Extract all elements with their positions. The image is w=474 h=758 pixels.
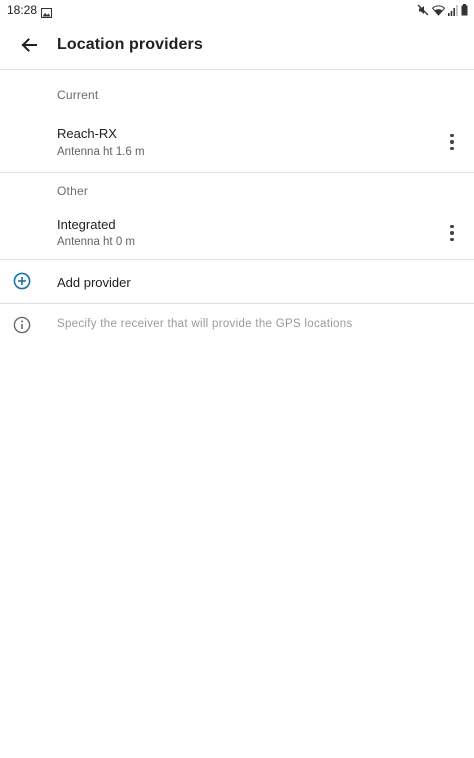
back-button[interactable] bbox=[16, 32, 42, 58]
page-title: Location providers bbox=[57, 36, 203, 53]
provider-row-current[interactable]: Reach-RX Antenna ht 1.6 m bbox=[0, 115, 474, 172]
mute-icon bbox=[417, 3, 429, 21]
app-bar: Location providers bbox=[0, 20, 474, 70]
section-label-other: Other bbox=[57, 184, 89, 198]
divider bbox=[0, 172, 474, 173]
add-provider-button[interactable]: Add provider bbox=[0, 260, 474, 303]
status-icons bbox=[417, 3, 468, 21]
status-bar: 18:28 bbox=[0, 0, 474, 20]
provider-detail: Antenna ht 0 m bbox=[57, 236, 135, 248]
provider-detail: Antenna ht 1.6 m bbox=[57, 146, 145, 158]
battery-icon bbox=[461, 3, 468, 21]
more-options-icon[interactable] bbox=[442, 222, 462, 244]
provider-row-other[interactable]: Integrated Antenna ht 0 m bbox=[0, 205, 474, 259]
add-circle-icon bbox=[13, 272, 31, 295]
arrow-back-icon bbox=[21, 38, 37, 52]
info-row: Specify the receiver that will provide t… bbox=[0, 304, 474, 346]
section-label-current: Current bbox=[57, 88, 99, 102]
provider-name: Integrated bbox=[57, 217, 116, 232]
signal-icon bbox=[448, 3, 458, 21]
info-icon bbox=[13, 316, 31, 339]
info-text: Specify the receiver that will provide t… bbox=[57, 318, 353, 330]
add-provider-label: Add provider bbox=[57, 275, 131, 290]
wifi-icon bbox=[431, 3, 446, 21]
provider-name: Reach-RX bbox=[57, 126, 117, 141]
status-time: 18:28 bbox=[7, 3, 38, 17]
more-options-icon[interactable] bbox=[442, 131, 462, 153]
